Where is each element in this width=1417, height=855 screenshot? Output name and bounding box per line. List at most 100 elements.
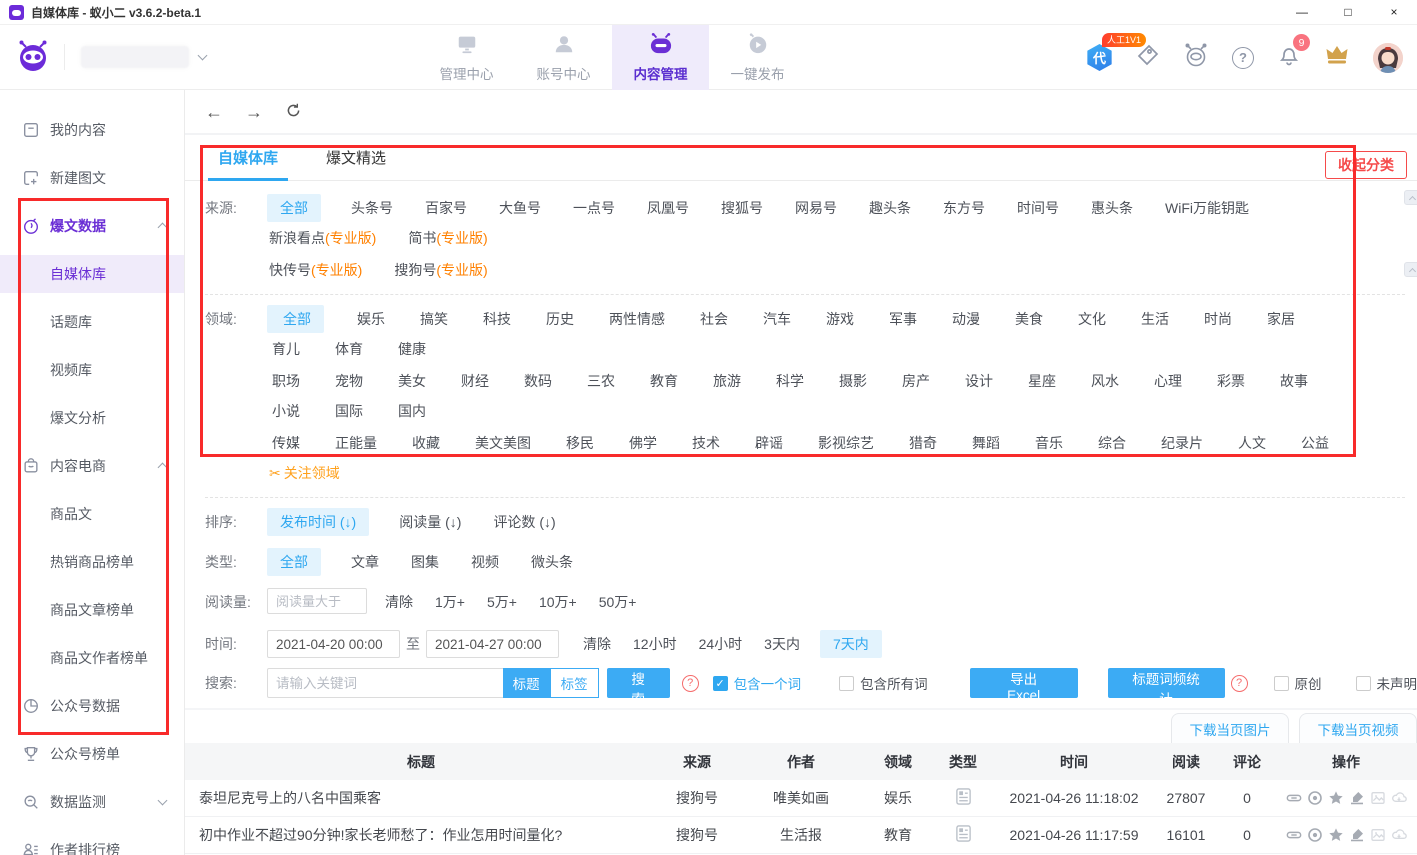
sort-chip[interactable]: 阅读量 (↓) xyxy=(397,508,463,536)
sidebar-item-product-article[interactable]: 商品文 xyxy=(0,490,184,538)
filter-chip[interactable]: 体育 xyxy=(330,335,365,363)
time-quick-chip[interactable]: 清除 xyxy=(581,630,613,658)
filter-chip[interactable]: 凤凰号 xyxy=(645,194,691,222)
time-quick-chip[interactable]: 12小时 xyxy=(631,630,679,658)
search-button[interactable]: 搜索 xyxy=(607,668,670,698)
collect-icon[interactable] xyxy=(1349,790,1365,806)
tab-hot-article-selection[interactable]: 爆文精选 xyxy=(326,135,386,181)
help-icon[interactable]: ? xyxy=(1231,675,1248,692)
type-chip[interactable]: 视频 xyxy=(469,548,501,576)
filter-chip[interactable]: 美食 xyxy=(1010,305,1045,333)
filter-chip[interactable]: 动漫 xyxy=(947,305,982,333)
filter-chip[interactable]: 宠物 xyxy=(330,367,365,395)
type-chip[interactable]: 微头条 xyxy=(529,548,575,576)
filter-chip[interactable]: 综合 xyxy=(1093,429,1128,457)
filter-chip[interactable]: 星座 xyxy=(1023,367,1058,395)
read-count-input[interactable] xyxy=(267,588,367,614)
filter-chip[interactable]: 健康 xyxy=(393,335,428,363)
filter-chip[interactable]: 纪录片 xyxy=(1156,429,1205,457)
read-quick-chip[interactable]: 清除 xyxy=(383,588,415,616)
sidebar-item-content-ecommerce[interactable]: 内容电商 xyxy=(0,442,184,490)
filter-chip[interactable]: 网易号 xyxy=(793,194,839,222)
filter-chip[interactable]: 收藏 xyxy=(407,429,442,457)
ant-helper-icon[interactable] xyxy=(1183,42,1209,73)
sidebar-item-hot-product-ranking[interactable]: 热销商品榜单 xyxy=(0,538,184,586)
filter-chip[interactable]: 两性情感 xyxy=(604,305,667,333)
filter-chip[interactable]: 育儿 xyxy=(267,335,302,363)
date-from-input[interactable] xyxy=(267,630,400,658)
favorite-icon[interactable] xyxy=(1328,790,1344,806)
avatar[interactable] xyxy=(1373,43,1403,73)
segment-title-button[interactable]: 标题 xyxy=(503,668,550,698)
filter-chip[interactable]: 房产 xyxy=(897,367,932,395)
help-icon[interactable]: ? xyxy=(682,675,699,692)
nav-item-management-center[interactable]: 管理中心 xyxy=(418,25,515,90)
filter-chip[interactable]: 设计 xyxy=(960,367,995,395)
filter-chip[interactable]: 新浪看点(专业版) xyxy=(267,224,378,252)
sidebar-item-topic-library[interactable]: 话题库 xyxy=(0,298,184,346)
filter-chip[interactable]: 辟谣 xyxy=(750,429,785,457)
filter-chip[interactable]: 娱乐 xyxy=(352,305,387,333)
maximize-button[interactable]: □ xyxy=(1325,0,1371,25)
sidebar-item-video-library[interactable]: 视频库 xyxy=(0,346,184,394)
filter-chip[interactable]: 社会 xyxy=(695,305,730,333)
filter-chip[interactable]: 旅游 xyxy=(708,367,743,395)
sort-chip[interactable]: 评论数 (↓) xyxy=(491,508,557,536)
sidebar-item-hot-article-data[interactable]: 爆文数据 xyxy=(0,202,184,250)
origin-icon[interactable] xyxy=(1307,790,1323,806)
time-quick-chip[interactable]: 3天内 xyxy=(762,630,802,658)
filter-chip[interactable]: 风水 xyxy=(1086,367,1121,395)
filter-chip[interactable]: 美文美图 xyxy=(470,429,533,457)
sidebar-item-new-article[interactable]: 新建图文 xyxy=(0,154,184,202)
export-excel-button[interactable]: 导出Excel xyxy=(970,668,1078,698)
chevron-down-icon[interactable] xyxy=(198,51,208,61)
read-quick-chip[interactable]: 50万+ xyxy=(597,588,639,616)
collapse-categories-button[interactable]: 收起分类 xyxy=(1325,151,1407,179)
nav-item-account-center[interactable]: 账号中心 xyxy=(515,25,612,90)
filter-chip[interactable]: 国内 xyxy=(393,397,428,425)
filter-chip[interactable]: 头条号 xyxy=(349,194,395,222)
download-image-icon[interactable] xyxy=(1370,790,1386,806)
filter-chip[interactable]: 传媒 xyxy=(267,429,302,457)
read-quick-chip[interactable]: 10万+ xyxy=(537,588,579,616)
row-collapse-icon[interactable] xyxy=(1404,190,1417,205)
type-chip[interactable]: 全部 xyxy=(267,548,321,576)
checkbox-original[interactable]: 原创 xyxy=(1274,673,1322,693)
title-word-frequency-button[interactable]: 标题词频统计 xyxy=(1108,668,1225,698)
segment-tag-button[interactable]: 标签 xyxy=(550,668,599,698)
filter-chip[interactable]: 军事 xyxy=(884,305,919,333)
minimize-button[interactable]: — xyxy=(1279,0,1325,25)
filter-chip[interactable]: 心理 xyxy=(1149,367,1184,395)
filter-chip[interactable]: 人文 xyxy=(1233,429,1268,457)
sidebar-item-data-monitoring[interactable]: 数据监测 xyxy=(0,778,184,826)
chevron-up-icon[interactable] xyxy=(158,223,168,233)
filter-chip[interactable]: WiFi万能钥匙 xyxy=(1163,194,1251,222)
filter-chip[interactable]: 舞蹈 xyxy=(967,429,1002,457)
filter-chip[interactable]: 摄影 xyxy=(834,367,869,395)
download-page-videos-button[interactable]: 下载当页视频 xyxy=(1299,713,1417,743)
download-page-images-button[interactable]: 下载当页图片 xyxy=(1171,713,1289,743)
filter-chip[interactable]: 故事 xyxy=(1275,367,1310,395)
filter-chip[interactable]: 文化 xyxy=(1073,305,1108,333)
checkbox-undeclared[interactable]: 未声明 xyxy=(1356,673,1417,693)
filter-chip[interactable]: 百家号 xyxy=(423,194,469,222)
filter-chip[interactable]: 小说 xyxy=(267,397,302,425)
type-chip[interactable]: 图集 xyxy=(409,548,441,576)
filter-chip[interactable]: ✂关注领域 xyxy=(267,459,342,487)
filter-chip[interactable]: 三农 xyxy=(582,367,617,395)
sidebar-item-product-article-ranking[interactable]: 商品文章榜单 xyxy=(0,586,184,634)
sidebar-item-author-ranking[interactable]: 作者排行榜 xyxy=(0,826,184,855)
sidebar-item-official-account-ranking[interactable]: 公众号榜单 xyxy=(0,730,184,778)
filter-chip[interactable]: 汽车 xyxy=(758,305,793,333)
filter-chip[interactable]: 公益 xyxy=(1296,429,1331,457)
filter-chip[interactable]: 移民 xyxy=(561,429,596,457)
sidebar-item-product-author-ranking[interactable]: 商品文作者榜单 xyxy=(0,634,184,682)
tab-media-library[interactable]: 自媒体库 xyxy=(218,135,278,181)
time-quick-chip[interactable]: 7天内 xyxy=(820,630,882,658)
filter-chip[interactable]: 国际 xyxy=(330,397,365,425)
copy-link-icon[interactable] xyxy=(1286,790,1302,806)
filter-chip[interactable]: 游戏 xyxy=(821,305,856,333)
cell-title[interactable]: 泰坦尼克号上的八名中国乘客 xyxy=(185,788,657,808)
date-to-input[interactable] xyxy=(426,630,559,658)
sort-chip[interactable]: 发布时间 (↓) xyxy=(267,508,369,536)
